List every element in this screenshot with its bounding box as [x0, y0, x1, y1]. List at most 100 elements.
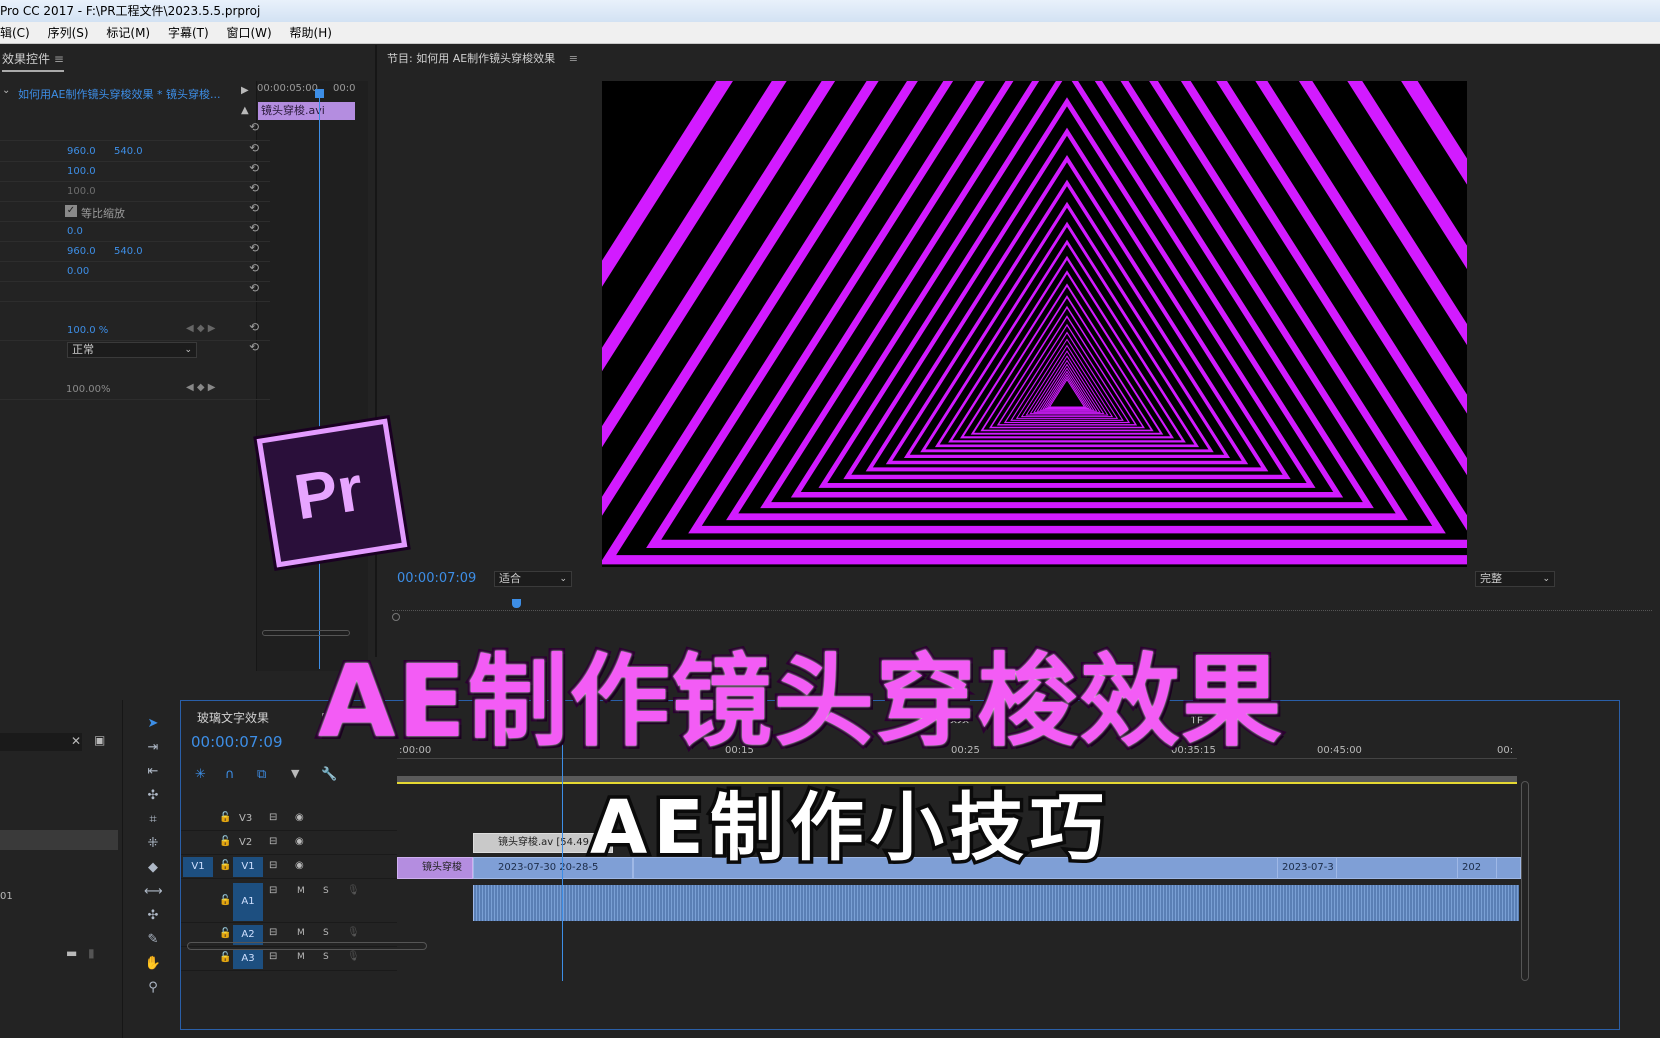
timeline-playhead[interactable] [562, 741, 563, 981]
position-x[interactable]: 960.0 [67, 146, 96, 157]
microphone-icon[interactable]: 🎙 [347, 885, 360, 896]
list-item-selected[interactable] [0, 830, 118, 850]
menu-item-window[interactable]: 窗口(W) [226, 22, 271, 44]
zoom-tool-icon[interactable]: ⚲ [144, 980, 162, 998]
blend-mode-select[interactable]: 正常 ⌄ [67, 342, 197, 358]
slip-tool-icon[interactable]: ◆ [144, 860, 162, 878]
lock-icon[interactable]: 🔓 [219, 860, 231, 871]
position-y[interactable]: 540.0 [114, 146, 143, 157]
quality-select[interactable]: 完整 ⌄ [1475, 571, 1555, 587]
sync-lock-icon[interactable]: ⊟ [269, 860, 277, 871]
track-label-a1[interactable]: A1 [233, 883, 263, 921]
clip-v1-misc[interactable]: 202 [1457, 857, 1497, 879]
microphone-icon[interactable]: 🎙 [347, 927, 360, 938]
solo-button[interactable]: S [323, 886, 329, 896]
scale-value[interactable]: 100.0 [67, 166, 96, 177]
audio-clip-a1[interactable] [473, 885, 1519, 921]
anchor-x[interactable]: 960.0 [67, 246, 96, 257]
ec-clip-bar[interactable]: 镜头穿梭.avi [258, 102, 355, 120]
slide-tool-icon[interactable]: ⟷ [144, 884, 163, 902]
keyframe-nav-icon[interactable]: ◀ ◆ ▶ [186, 382, 215, 393]
monitor-scrubber[interactable] [392, 603, 1652, 611]
program-timecode[interactable]: 00:00:07:09 [397, 571, 476, 586]
sync-lock-icon[interactable]: ⊟ [269, 885, 277, 896]
lock-icon[interactable]: 🔓 [219, 836, 231, 847]
linked-selection-icon[interactable]: ⧉ [257, 767, 266, 782]
pen-icon[interactable]: ✎ [144, 932, 162, 950]
close-icon[interactable]: ✕ [71, 734, 81, 748]
ripple-edit-tool-icon[interactable]: ⇤ [144, 764, 162, 782]
reset-icon[interactable]: ⟲ [249, 261, 259, 275]
sync-lock-icon[interactable]: ⊟ [269, 927, 277, 938]
wrench-icon[interactable]: 🔧 [321, 767, 337, 782]
eye-icon[interactable]: ◉ [295, 860, 304, 871]
reset-icon[interactable]: ⟲ [249, 181, 259, 195]
menu-item-title[interactable]: 字幕(T) [168, 22, 209, 44]
source-patch-v1[interactable]: V1 [183, 857, 213, 877]
mute-button[interactable]: M [297, 928, 305, 938]
reset-icon[interactable]: ⟲ [249, 281, 259, 295]
razor-tool-icon[interactable]: ⁜ [144, 836, 162, 854]
pen-tool-icon[interactable]: ✣ [144, 908, 162, 926]
clip-v1-first[interactable]: 镜头穿梭 [397, 857, 473, 879]
reset-icon[interactable]: ⟲ [249, 241, 259, 255]
menu-item-clip[interactable]: 辑(C) [0, 22, 30, 44]
time-remap-value[interactable]: 100.00% [66, 384, 111, 395]
menu-item-help[interactable]: 帮助(H) [290, 22, 332, 44]
anchor-y[interactable]: 540.0 [114, 246, 143, 257]
tab-program-monitor[interactable]: 节目: 如何用 AE制作镜头穿梭效果 ≡ [387, 50, 578, 66]
selection-tool-icon[interactable]: ➤ [144, 716, 162, 734]
tab-effect-controls[interactable]: 效果控件 ≡ [2, 50, 64, 72]
play-only-icon[interactable]: ▶ [241, 85, 249, 96]
eye-icon[interactable]: ◉ [295, 812, 304, 823]
eye-icon[interactable]: ◉ [295, 836, 304, 847]
search-input[interactable] [0, 733, 82, 751]
ec-playhead[interactable] [319, 89, 320, 669]
lock-icon[interactable]: 🔓 [219, 952, 231, 963]
sync-lock-icon[interactable]: ⊟ [269, 812, 277, 823]
timeline-tab-1[interactable]: 玻璃文字效果 [197, 709, 269, 726]
folder-icon[interactable]: ▬ [66, 946, 77, 960]
monitor-playhead[interactable] [512, 599, 521, 608]
mute-button[interactable]: M [297, 886, 305, 896]
rate-stretch-tool-icon[interactable]: ⌗ [144, 812, 162, 830]
solo-button[interactable]: S [323, 928, 329, 938]
flicker-value[interactable]: 0.00 [67, 266, 89, 277]
rolling-edit-tool-icon[interactable]: ✣ [144, 788, 162, 806]
sync-lock-icon[interactable]: ⊟ [269, 951, 277, 962]
track-label-v1[interactable]: V1 [233, 857, 263, 877]
timeline-v-scrollbar[interactable] [1521, 781, 1529, 981]
magnet-icon[interactable]: ∩ [225, 767, 235, 782]
menu-item-marker[interactable]: 标记(M) [106, 22, 150, 44]
checkbox-uniform-scale[interactable]: ✓ [65, 205, 77, 217]
menu-item-sequence[interactable]: 序列(S) [48, 22, 89, 44]
solo-button[interactable]: S [323, 952, 329, 962]
reset-icon[interactable]: ⟲ [249, 141, 259, 155]
lock-icon[interactable]: 🔓 [219, 895, 231, 906]
fit-select[interactable]: 适合 ⌄ [494, 571, 572, 587]
reset-icon[interactable]: ⟲ [249, 201, 259, 215]
track-label-a3[interactable]: A3 [233, 949, 263, 969]
track-label-v2[interactable]: V2 [239, 837, 252, 848]
timeline-h-scrollbar[interactable] [187, 942, 427, 950]
chevron-down-icon[interactable]: ⌄ [2, 85, 10, 96]
hand-tool-icon[interactable]: ✋ [144, 956, 162, 974]
opacity-value[interactable]: 100.0 % [67, 325, 108, 336]
lock-icon[interactable]: 🔓 [219, 928, 231, 939]
reset-icon[interactable]: ⟲ [249, 320, 259, 334]
scroll-up-icon[interactable]: ▲ [241, 105, 249, 116]
reset-icon[interactable]: ⟲ [249, 161, 259, 175]
snap-icon[interactable]: ✳ [195, 767, 206, 782]
reset-icon[interactable]: ⟲ [249, 340, 259, 354]
new-bin-icon[interactable]: ▣ [94, 733, 105, 747]
reset-icon[interactable]: ⟲ [249, 120, 259, 134]
clip-title[interactable]: 如何用AE制作镜头穿梭效果 * 镜头穿梭... [18, 86, 220, 102]
microphone-icon[interactable]: 🎙 [347, 951, 360, 962]
mute-button[interactable]: M [297, 952, 305, 962]
sync-lock-icon[interactable]: ⊟ [269, 836, 277, 847]
trash-icon[interactable]: ▮ [88, 946, 95, 960]
reset-icon[interactable]: ⟲ [249, 221, 259, 235]
rotation-value[interactable]: 0.0 [67, 226, 83, 237]
ec-playhead-handle[interactable] [315, 89, 324, 98]
track-select-tool-icon[interactable]: ⇥ [144, 740, 162, 758]
